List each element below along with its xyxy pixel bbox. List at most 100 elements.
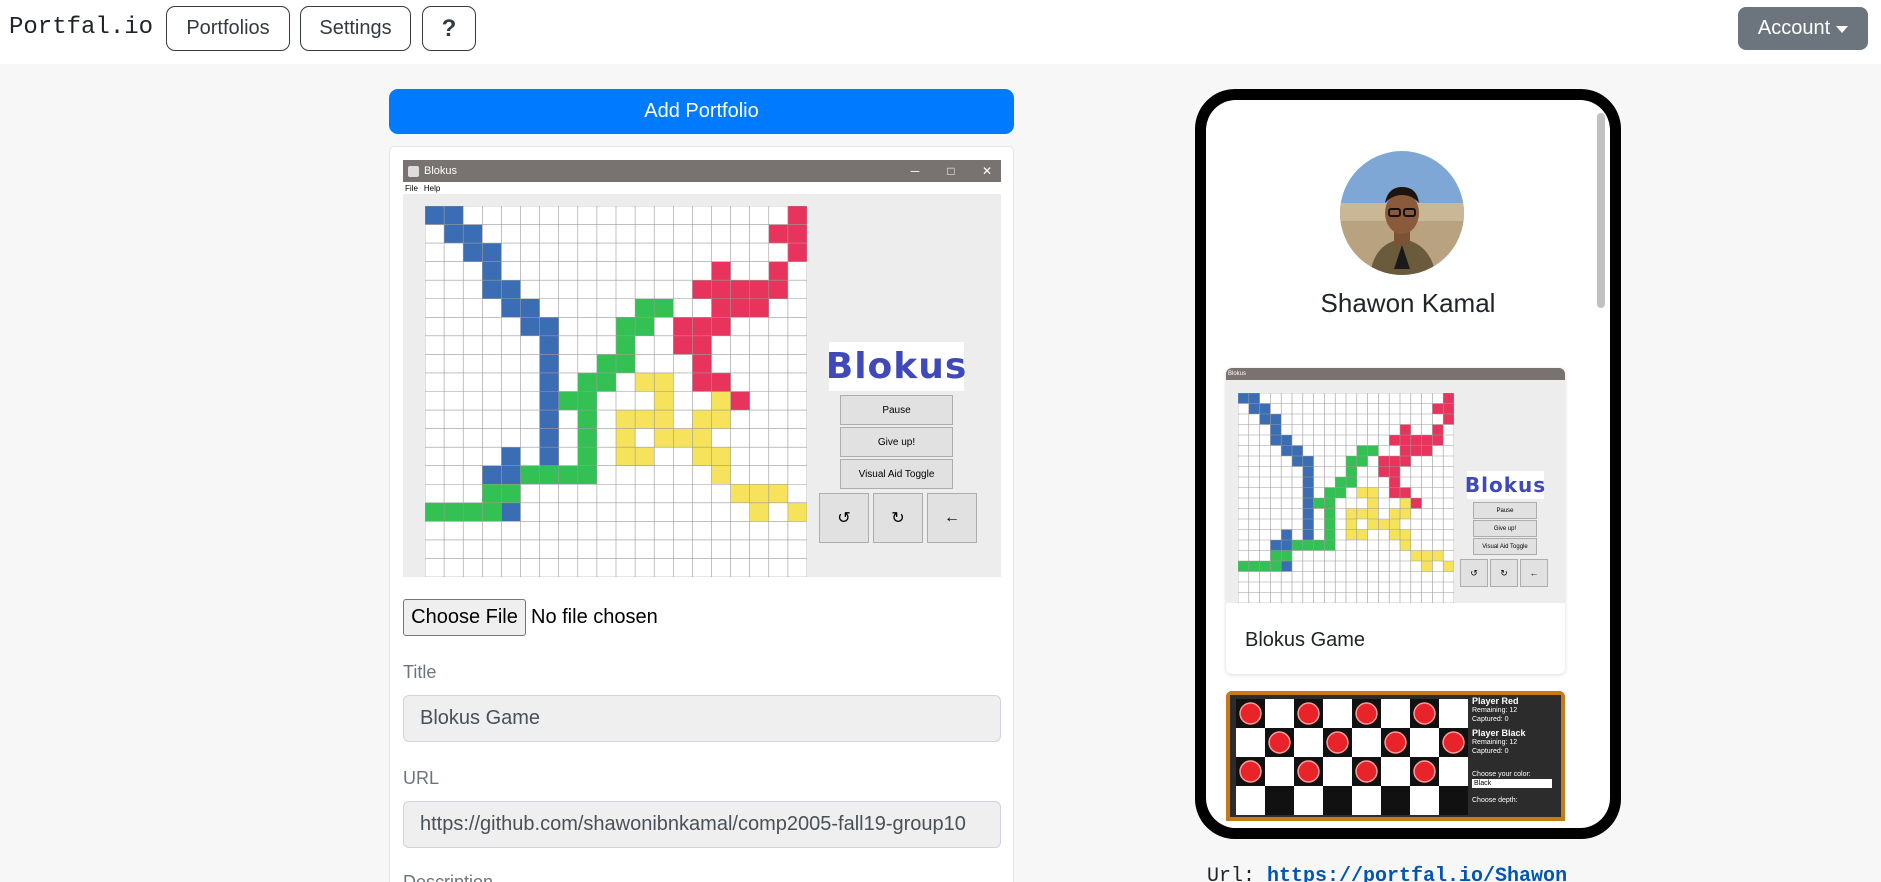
red-piece-cell <box>1378 456 1390 467</box>
yellow-piece-cell <box>1421 561 1433 572</box>
green-piece-cell <box>1248 561 1260 572</box>
yellow-piece-cell <box>749 484 769 503</box>
phone-screen[interactable]: Shawon Kamal Blokus Blokus Pause Give up… <box>1206 100 1610 828</box>
green-piece-cell <box>1238 561 1249 572</box>
yellow-piece-cell <box>692 428 712 448</box>
red-piece-cell <box>711 298 731 318</box>
url-label: URL <box>403 768 440 788</box>
red-piece-cell <box>1443 393 1454 404</box>
green-piece-cell <box>1324 540 1336 551</box>
blue-piece-cell <box>1302 477 1314 488</box>
blokus-logo: Blokus <box>826 342 966 391</box>
blue-piece-cell <box>1281 445 1292 456</box>
yellow-piece-cell <box>711 391 731 411</box>
red-piece-cell <box>1400 456 1411 467</box>
yellow-piece-cell <box>1367 519 1379 530</box>
menu-file: File <box>405 183 418 193</box>
blue-piece-cell <box>1292 456 1303 467</box>
window-titlebar-small: Blokus <box>1226 368 1565 380</box>
red-piece-cell <box>1389 487 1400 498</box>
red-piece-cell <box>1400 445 1411 456</box>
blue-piece-cell <box>1302 529 1314 540</box>
green-piece-cell <box>539 465 559 485</box>
red-piece-cell <box>749 280 769 299</box>
red-piece-cell <box>692 372 712 392</box>
blue-piece-cell <box>463 224 483 244</box>
yellow-piece-cell <box>787 502 807 522</box>
yellow-piece-cell <box>1443 561 1454 572</box>
blue-piece-cell <box>1281 561 1292 572</box>
red-checker-piece <box>1384 731 1407 754</box>
red-checker-piece <box>1355 760 1378 783</box>
give-up-button-small: Give up! <box>1473 520 1537 537</box>
account-dropdown-button[interactable]: Account <box>1738 7 1868 50</box>
blue-piece-cell <box>1302 519 1314 530</box>
settings-button[interactable]: Settings <box>300 6 411 51</box>
red-piece-cell <box>787 224 807 244</box>
portfolio-card-checkers[interactable]: Player Red Remaining: 12 Captured: 0 Pla… <box>1226 691 1565 828</box>
green-piece-cell <box>616 354 636 373</box>
green-piece-cell <box>1292 540 1303 551</box>
checker-square <box>1323 786 1352 815</box>
blue-piece-cell <box>1270 435 1282 446</box>
blue-piece-cell <box>1302 456 1314 467</box>
add-portfolio-button[interactable]: Add Portfolio <box>389 89 1014 134</box>
red-remaining: Remaining: 12 <box>1472 707 1518 714</box>
red-piece-cell <box>1410 498 1422 509</box>
red-piece-cell <box>768 280 788 299</box>
black-captured: Captured: 0 <box>1472 748 1509 755</box>
green-piece-cell <box>482 484 502 503</box>
red-piece-cell <box>787 206 807 225</box>
phone-scrollbar[interactable] <box>1597 113 1605 308</box>
window-title-small: Blokus <box>1228 371 1247 377</box>
green-piece-cell <box>1324 508 1336 519</box>
yellow-piece-cell <box>654 391 674 411</box>
rotate-right-icon: ↻ <box>873 493 923 543</box>
blue-piece-cell <box>1281 435 1292 446</box>
checker-square <box>1352 728 1381 757</box>
red-checker-piece <box>1326 731 1349 754</box>
checker-square <box>1265 757 1294 786</box>
share-url-link[interactable]: https://portfal.io/Shawon <box>1267 865 1567 882</box>
checkers-svg <box>1236 699 1468 815</box>
red-piece-cell <box>1378 466 1390 477</box>
red-checker-piece <box>1297 760 1320 783</box>
url-input[interactable]: https://github.com/shawonibnkamal/comp20… <box>403 801 1001 848</box>
checker-square <box>1236 728 1265 757</box>
yellow-piece-cell <box>1356 487 1368 498</box>
portfolios-button[interactable]: Portfolios <box>166 6 290 51</box>
yellow-piece-cell <box>673 428 693 448</box>
player-red-label: Player Red <box>1472 696 1519 706</box>
blue-piece-cell <box>482 280 502 299</box>
green-piece-cell <box>577 465 597 485</box>
red-piece-cell <box>730 298 750 318</box>
help-button[interactable]: ? <box>422 6 476 51</box>
profile-name: Shawon Kamal <box>1320 288 1496 318</box>
green-piece-cell <box>1335 487 1346 498</box>
checker-square <box>1439 786 1468 815</box>
green-piece-cell <box>616 317 636 336</box>
green-piece-cell <box>1324 498 1336 509</box>
blue-piece-cell <box>425 206 445 225</box>
red-piece-cell <box>749 298 769 318</box>
brand-logo[interactable]: Portfal.io <box>9 14 153 41</box>
green-piece-cell <box>596 354 616 373</box>
yellow-piece-cell <box>730 484 750 503</box>
blue-piece-cell <box>1302 487 1314 498</box>
yellow-piece-cell <box>616 428 636 448</box>
choose-file-button[interactable]: Choose File <box>403 599 526 636</box>
back-arrow-icon: ← <box>927 493 977 543</box>
red-checker-piece <box>1442 731 1465 754</box>
share-url: Url: https://portfal.io/Shawon <box>1207 865 1567 882</box>
yellow-piece-cell <box>692 447 712 466</box>
back-arrow-icon-small: ← <box>1520 559 1548 587</box>
blue-piece-cell <box>1270 414 1282 425</box>
blue-piece-cell <box>520 317 540 336</box>
green-piece-cell <box>1324 529 1336 540</box>
portfolio-card[interactable]: Blokus Blokus Pause Give up! Visual Aid … <box>1226 368 1565 674</box>
title-input[interactable]: Blokus Game <box>403 695 1001 742</box>
blue-piece-cell <box>1259 403 1271 414</box>
red-piece-cell <box>692 335 712 355</box>
blue-piece-cell <box>539 354 559 373</box>
blokus-board-small <box>1237 392 1455 603</box>
